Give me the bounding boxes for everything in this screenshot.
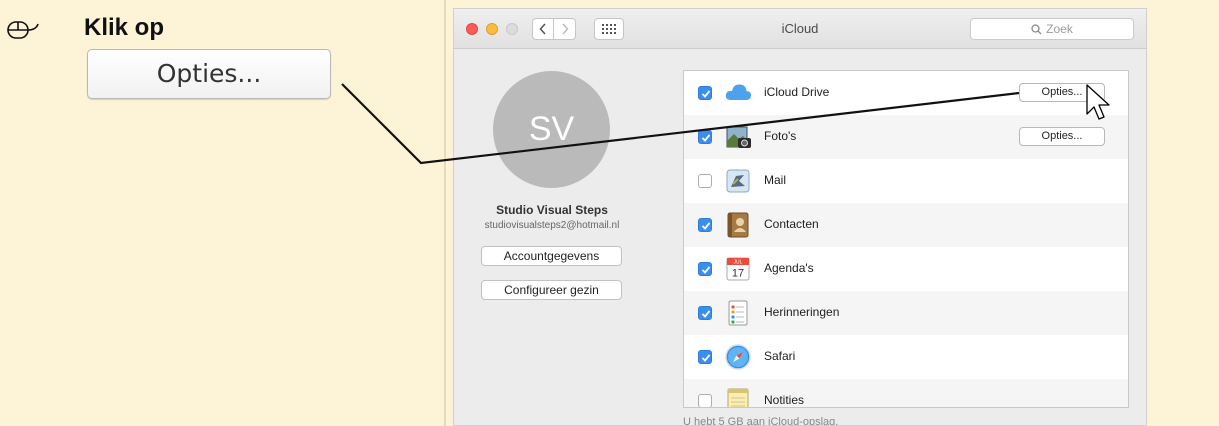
pointer-line <box>341 83 1020 165</box>
cursor-arrow-icon <box>1086 84 1110 120</box>
